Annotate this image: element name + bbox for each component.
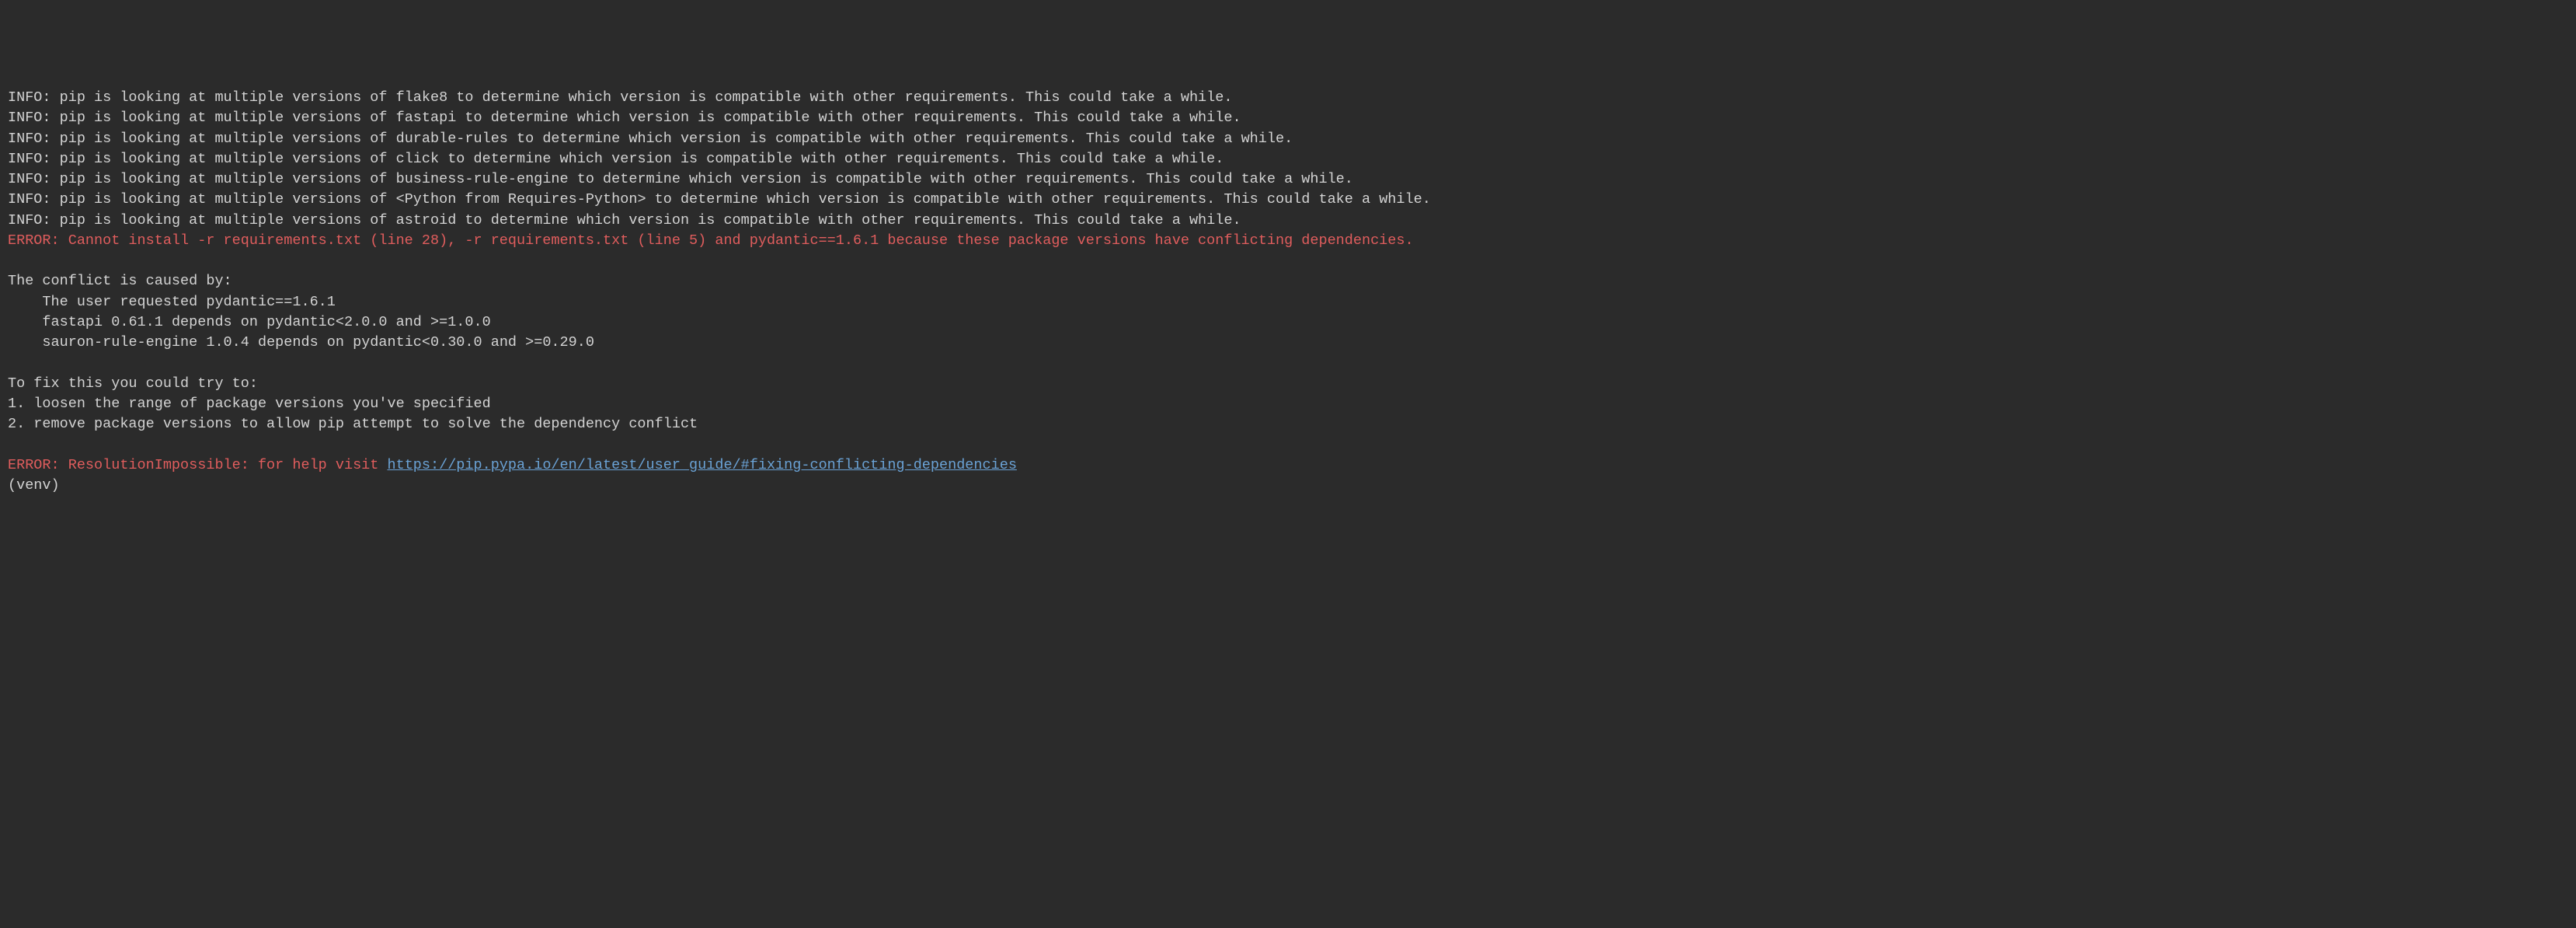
- log-text: pip is looking at multiple versions of f…: [51, 89, 1233, 106]
- log-text: fastapi 0.61.1 depends on pydantic<2.0.0…: [8, 314, 491, 330]
- log-prefix-info: INFO:: [8, 131, 51, 147]
- terminal-line: INFO: pip is looking at multiple version…: [8, 88, 2568, 108]
- terminal-line: 2. remove package versions to allow pip …: [8, 414, 2568, 434]
- terminal-line: INFO: pip is looking at multiple version…: [8, 190, 2568, 210]
- terminal-line: INFO: pip is looking at multiple version…: [8, 108, 2568, 128]
- log-text: sauron-rule-engine 1.0.4 depends on pyda…: [8, 334, 594, 351]
- log-text: pip is looking at multiple versions of f…: [51, 110, 1241, 126]
- terminal-line: ERROR: ResolutionImpossible: for help vi…: [8, 455, 2568, 476]
- log-prefix-info: INFO:: [8, 89, 51, 106]
- terminal-line: [8, 251, 2568, 271]
- log-text: The user requested pydantic==1.6.1: [8, 294, 336, 310]
- log-prefix-info: INFO:: [8, 171, 51, 187]
- terminal-line: fastapi 0.61.1 depends on pydantic<2.0.0…: [8, 312, 2568, 333]
- log-text: 1. loosen the range of package versions …: [8, 396, 491, 412]
- terminal-line: The conflict is caused by:: [8, 271, 2568, 291]
- log-prefix-info: INFO:: [8, 110, 51, 126]
- log-text: pip is looking at multiple versions of a…: [51, 212, 1241, 229]
- log-text: pip is looking at multiple versions of <…: [51, 191, 1431, 208]
- terminal-line: INFO: pip is looking at multiple version…: [8, 129, 2568, 149]
- terminal-line: INFO: pip is looking at multiple version…: [8, 169, 2568, 190]
- log-prefix-info: INFO:: [8, 212, 51, 229]
- terminal-line: (venv): [8, 476, 2568, 496]
- terminal-line: The user requested pydantic==1.6.1: [8, 292, 2568, 312]
- log-text: To fix this you could try to:: [8, 375, 258, 392]
- log-text: pip is looking at multiple versions of b…: [51, 171, 1353, 187]
- help-link[interactable]: https://pip.pypa.io/en/latest/user_guide…: [387, 457, 1016, 473]
- terminal-output[interactable]: INFO: pip is looking at multiple version…: [8, 88, 2568, 496]
- log-text: (venv): [8, 477, 60, 494]
- log-text: pip is looking at multiple versions of d…: [51, 131, 1293, 147]
- terminal-line: INFO: pip is looking at multiple version…: [8, 211, 2568, 231]
- terminal-line: [8, 435, 2568, 455]
- log-prefix-info: INFO:: [8, 151, 51, 167]
- log-prefix-info: INFO:: [8, 191, 51, 208]
- log-text: pip is looking at multiple versions of c…: [51, 151, 1224, 167]
- terminal-line: INFO: pip is looking at multiple version…: [8, 149, 2568, 169]
- log-text: The conflict is caused by:: [8, 273, 232, 289]
- terminal-line: 1. loosen the range of package versions …: [8, 394, 2568, 414]
- terminal-line: To fix this you could try to:: [8, 374, 2568, 394]
- log-error-text: ERROR: ResolutionImpossible: for help vi…: [8, 457, 387, 473]
- log-error-text: ERROR: Cannot install -r requirements.tx…: [8, 232, 1414, 249]
- terminal-line: ERROR: Cannot install -r requirements.tx…: [8, 231, 2568, 251]
- terminal-line: [8, 354, 2568, 374]
- terminal-line: sauron-rule-engine 1.0.4 depends on pyda…: [8, 333, 2568, 353]
- log-text: 2. remove package versions to allow pip …: [8, 416, 698, 432]
